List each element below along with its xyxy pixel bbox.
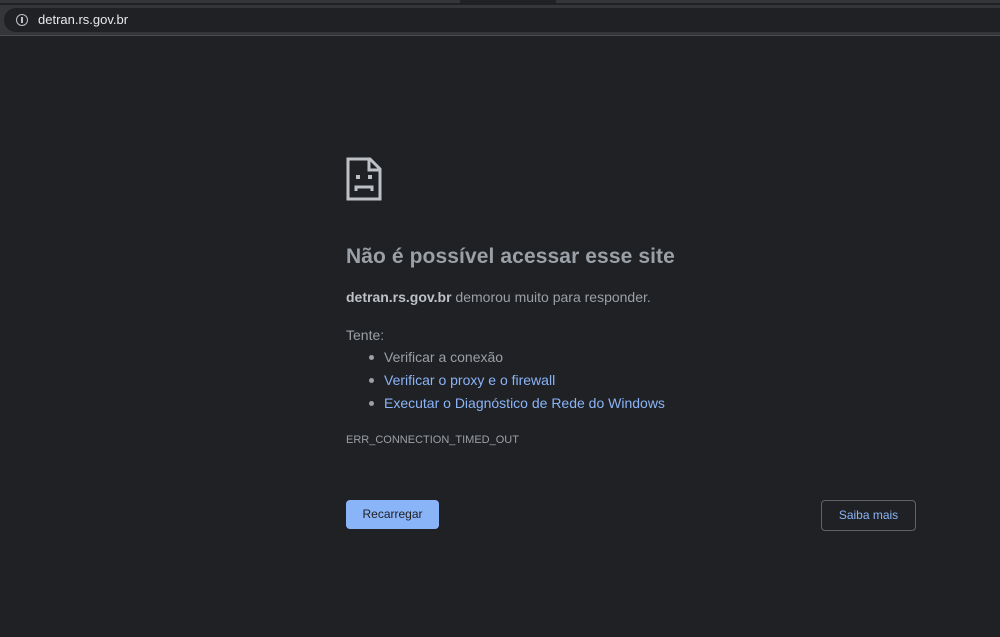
info-circle-icon[interactable] [16, 14, 28, 26]
error-page: Não é possível acessar esse site detran.… [0, 36, 1000, 637]
summary-text: demorou muito para responder. [451, 289, 651, 305]
url-text[interactable]: detran.rs.gov.br [38, 12, 128, 27]
details-button[interactable]: Saiba mais [821, 500, 916, 531]
error-code: ERR_CONNECTION_TIMED_OUT [346, 434, 519, 446]
tab-left[interactable] [0, 0, 460, 3]
address-bar: detran.rs.gov.br [0, 5, 1000, 36]
suggestion-check-connection: Verificar a conexão [384, 349, 504, 365]
suggestion-network-diagnostics-link[interactable]: Executar o Diagnóstico de Rede do Window… [384, 395, 665, 411]
try-label: Tente: [346, 327, 385, 343]
list-item: Executar o Diagnóstico de Rede do Window… [346, 394, 665, 417]
suggestion-proxy-firewall-link[interactable]: Verificar o proxy e o firewall [384, 372, 555, 388]
error-summary: detran.rs.gov.br demorou muito para resp… [346, 289, 651, 305]
list-item: Verificar a conexão [346, 348, 665, 371]
summary-host: detran.rs.gov.br [346, 289, 452, 305]
reload-button[interactable]: Recarregar [346, 500, 439, 529]
list-item: Verificar o proxy e o firewall [346, 371, 665, 394]
bullet-icon [369, 378, 374, 383]
omnibox[interactable]: detran.rs.gov.br [4, 8, 1000, 32]
page-title: Não é possível acessar esse site [346, 245, 675, 268]
tab-right[interactable] [556, 0, 1000, 3]
suggestions-list: Verificar a conexão Verificar o proxy e … [346, 348, 665, 417]
sad-page-icon [346, 157, 382, 201]
bullet-icon [369, 401, 374, 406]
bullet-icon [369, 355, 374, 360]
